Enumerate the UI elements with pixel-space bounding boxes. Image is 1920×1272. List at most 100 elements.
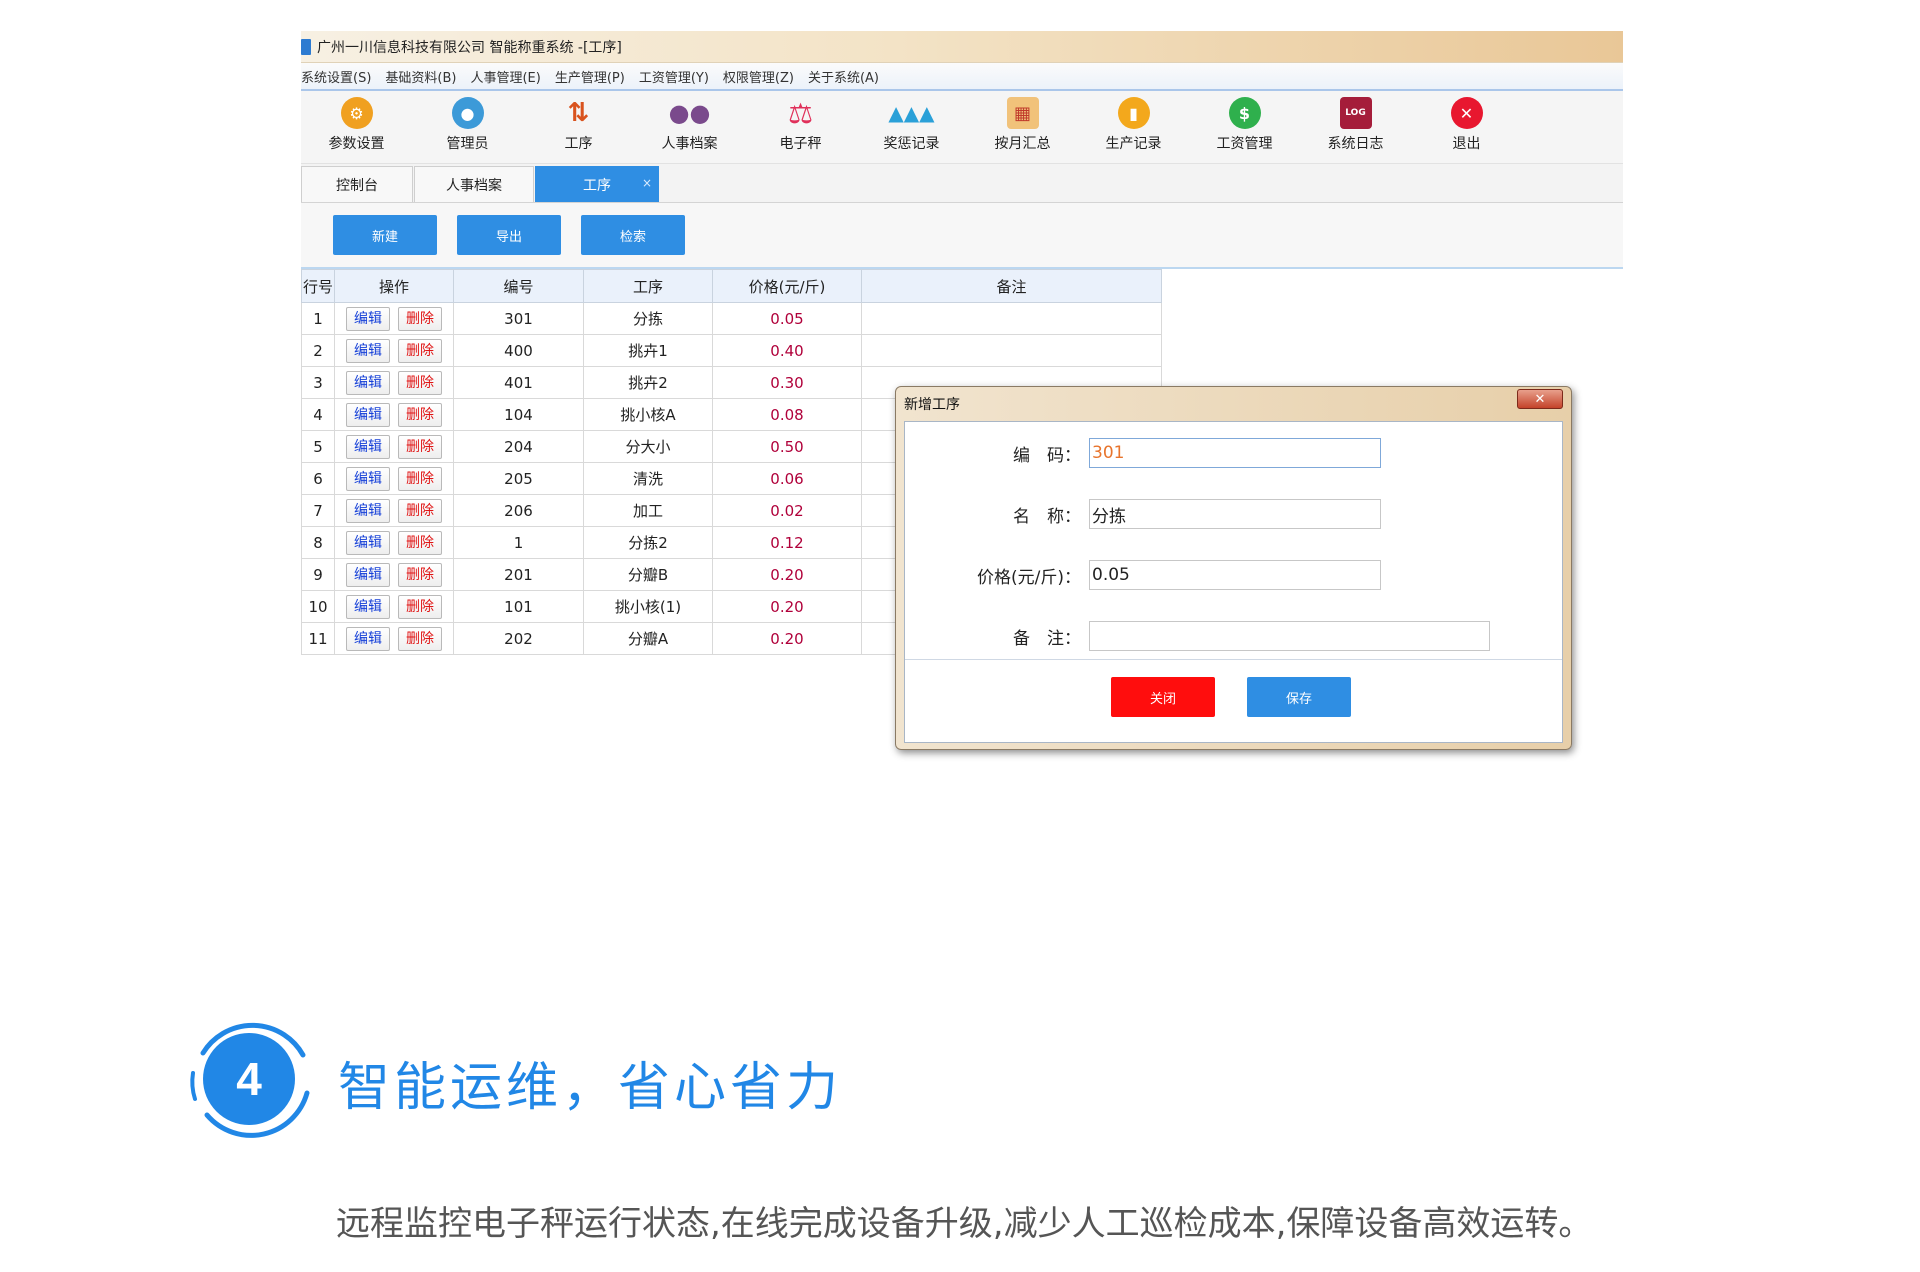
row-process: 挑小核A: [583, 398, 713, 431]
row-process: 挑小核(1): [583, 590, 713, 623]
name-field[interactable]: [1089, 499, 1381, 529]
row-actions: 编辑 删除: [334, 494, 454, 527]
edit-button[interactable]: 编辑: [346, 594, 390, 619]
col-price: 价格(元/斤): [712, 269, 862, 303]
close-icon[interactable]: ✕: [1517, 389, 1563, 409]
tab-process[interactable]: 工序 ×: [535, 166, 659, 202]
feature-number: 4: [236, 1053, 262, 1105]
delete-button[interactable]: 删除: [398, 306, 442, 331]
tool-label: 电子秤: [779, 136, 822, 152]
row-process: 挑卉1: [583, 334, 713, 367]
edit-button[interactable]: 编辑: [346, 498, 390, 523]
tool-electronic-scale[interactable]: ⚖ 电子秤: [745, 91, 856, 153]
tool-system-log[interactable]: LOG 系统日志: [1300, 91, 1411, 153]
delete-button[interactable]: 删除: [398, 594, 442, 619]
row-note: [861, 302, 1162, 335]
delete-button[interactable]: 删除: [398, 626, 442, 651]
title-bar: 广州一川信息科技有限公司 智能称重系统 -[工序]: [301, 31, 1623, 63]
row-number: 9: [301, 558, 335, 591]
menu-system-settings[interactable]: 系统设置(S): [301, 67, 371, 86]
user-icon: ●: [451, 97, 484, 129]
new-process-dialog: 新增工序 ✕ 编 码： 名 称： 价格(元/斤)： 备 注： 关闭 保存: [895, 386, 1572, 750]
edit-button[interactable]: 编辑: [346, 306, 390, 331]
tool-administrator[interactable]: ● 管理员: [412, 91, 523, 153]
menu-production[interactable]: 生产管理(P): [555, 67, 625, 86]
row-code: 400: [453, 334, 584, 367]
row-note: [861, 334, 1162, 367]
search-button[interactable]: 检索: [581, 215, 685, 255]
menu-wages[interactable]: 工资管理(Y): [639, 67, 709, 86]
code-field[interactable]: [1089, 438, 1381, 468]
menu-personnel[interactable]: 人事管理(E): [470, 67, 540, 86]
tool-label: 工资管理: [1216, 136, 1273, 152]
tool-wage-management[interactable]: $ 工资管理: [1189, 91, 1300, 153]
menu-permissions[interactable]: 权限管理(Z): [723, 67, 794, 86]
tool-label: 工序: [564, 136, 593, 152]
table-header-row: 行号 操作 编号 工序 价格(元/斤) 备注: [301, 269, 1162, 303]
tool-parameter-settings[interactable]: ⚙ 参数设置: [301, 91, 412, 153]
row-price: 0.05: [712, 302, 862, 335]
delete-button[interactable]: 删除: [398, 434, 442, 459]
export-button[interactable]: 导出: [457, 215, 561, 255]
delete-button[interactable]: 删除: [398, 338, 442, 363]
tool-process[interactable]: ⇅ 工序: [523, 91, 634, 153]
edit-button[interactable]: 编辑: [346, 402, 390, 427]
row-process: 分大小: [583, 430, 713, 463]
edit-button[interactable]: 编辑: [346, 530, 390, 555]
table-row: 2 编辑 删除 400 挑卉1 0.40: [301, 334, 1162, 367]
delete-button[interactable]: 删除: [398, 370, 442, 395]
menu-basic-data[interactable]: 基础资料(B): [385, 67, 456, 86]
row-number: 2: [301, 334, 335, 367]
delete-button[interactable]: 删除: [398, 562, 442, 587]
row-price: 0.30: [712, 366, 862, 399]
edit-button[interactable]: 编辑: [346, 466, 390, 491]
row-actions: 编辑 删除: [334, 430, 454, 463]
tool-personnel-files[interactable]: ●● 人事档案: [634, 91, 745, 153]
delete-button[interactable]: 删除: [398, 498, 442, 523]
close-button[interactable]: 关闭: [1111, 677, 1215, 717]
tool-production-records[interactable]: ▮ 生产记录: [1078, 91, 1189, 153]
new-button[interactable]: 新建: [333, 215, 437, 255]
edit-button[interactable]: 编辑: [346, 626, 390, 651]
tool-exit[interactable]: ✕ 退出: [1411, 91, 1522, 153]
app-logo-icon: [301, 38, 311, 55]
edit-button[interactable]: 编辑: [346, 338, 390, 363]
app-window: 广州一川信息科技有限公司 智能称重系统 -[工序] 系统设置(S) 基础资料(B…: [301, 31, 1623, 269]
edit-button[interactable]: 编辑: [346, 370, 390, 395]
tool-label: 退出: [1452, 136, 1481, 152]
close-icon[interactable]: ×: [642, 176, 652, 190]
row-number: 5: [301, 430, 335, 463]
row-process: 分拣2: [583, 526, 713, 559]
price-field[interactable]: [1089, 560, 1381, 590]
price-row: 价格(元/斤)：: [905, 560, 1381, 590]
tool-rewards-records[interactable]: ▲▲▲ 奖惩记录: [856, 91, 967, 153]
delete-button[interactable]: 删除: [398, 402, 442, 427]
delete-button[interactable]: 删除: [398, 530, 442, 555]
name-label: 名 称：: [1013, 506, 1081, 527]
tool-monthly-summary[interactable]: ▦ 按月汇总: [967, 91, 1078, 153]
note-label: 备 注：: [1013, 628, 1081, 649]
menu-about[interactable]: 关于系统(A): [808, 67, 879, 86]
edit-button[interactable]: 编辑: [346, 562, 390, 587]
note-field[interactable]: [1089, 621, 1490, 651]
scale-icon: ⚖: [787, 96, 814, 130]
row-code: 401: [453, 366, 584, 399]
row-number: 7: [301, 494, 335, 527]
row-code: 202: [453, 622, 584, 655]
edit-button[interactable]: 编辑: [346, 434, 390, 459]
feature-description: 远程监控电子秤运行状态,在线完成设备升级,减少人工巡检成本,保障设备高效运转。: [336, 1204, 1593, 1244]
log-icon: LOG: [1339, 97, 1372, 129]
save-button[interactable]: 保存: [1247, 677, 1351, 717]
col-row-number: 行号: [301, 269, 335, 303]
action-bar: 新建 导出 检索: [301, 203, 1623, 269]
tool-label: 系统日志: [1327, 136, 1384, 152]
row-actions: 编辑 删除: [334, 302, 454, 335]
row-number: 8: [301, 526, 335, 559]
tool-label: 参数设置: [328, 136, 385, 152]
delete-button[interactable]: 删除: [398, 466, 442, 491]
tab-personnel-files[interactable]: 人事档案: [414, 166, 534, 202]
row-price: 0.20: [712, 622, 862, 655]
people-icon: ●●: [668, 99, 711, 127]
row-code: 101: [453, 590, 584, 623]
tab-console[interactable]: 控制台: [301, 166, 413, 202]
